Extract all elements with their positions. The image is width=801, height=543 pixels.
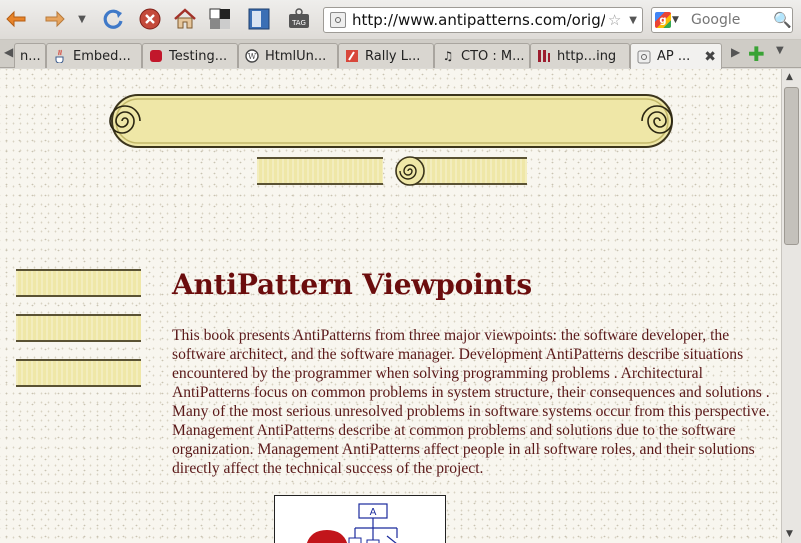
scroll-down-icon[interactable]: ▼ bbox=[786, 529, 793, 539]
bookmark-icon[interactable] bbox=[245, 5, 273, 33]
site-identity-icon[interactable] bbox=[330, 12, 346, 28]
antipattern-diagram-image: A bbox=[274, 495, 446, 543]
tab-label: http...ing bbox=[557, 48, 617, 64]
search-engine-icon[interactable]: g ▼ bbox=[655, 9, 685, 31]
tab-label: HtmlUn... bbox=[265, 48, 327, 64]
red-icon bbox=[148, 48, 164, 64]
side-nav-button-3[interactable] bbox=[16, 359, 141, 387]
nav-button-scroll[interactable] bbox=[393, 155, 527, 187]
page-content: AntiPattern Viewpoints This book present… bbox=[0, 69, 781, 543]
new-tab-icon[interactable]: ✚ bbox=[748, 42, 765, 66]
rally-icon bbox=[344, 48, 360, 64]
bookmark-star-icon[interactable]: ☆ bbox=[608, 11, 621, 29]
tab-label: Embed... bbox=[73, 48, 131, 64]
tab-active[interactable]: AP ... ✖ bbox=[630, 43, 722, 69]
page-title: AntiPattern Viewpoints bbox=[172, 268, 532, 301]
tab-label: AP ... bbox=[657, 49, 691, 64]
music-icon: ♫ bbox=[442, 49, 454, 63]
java-icon bbox=[52, 48, 68, 64]
tab-label: n... bbox=[20, 48, 41, 64]
stop-icon[interactable] bbox=[136, 5, 164, 33]
tab-5[interactable]: ♫ CTO : M... bbox=[434, 43, 530, 68]
nav-button-left[interactable] bbox=[257, 157, 383, 185]
search-bar[interactable]: g ▼ 🔍 bbox=[651, 7, 793, 33]
url-bar[interactable]: http://www.antipatterns.com/orig/ca ☆ ▼ bbox=[323, 7, 643, 33]
tab-2[interactable]: Testing... bbox=[142, 43, 238, 68]
tab-4[interactable]: Rally L... bbox=[338, 43, 434, 68]
close-tab-icon[interactable]: ✖ bbox=[704, 49, 716, 65]
back-icon[interactable] bbox=[3, 5, 31, 33]
navigation-toolbar: ▼ TAG http://www.antipatterns.com/orig/c… bbox=[0, 0, 801, 40]
red-stripes-icon bbox=[536, 48, 552, 64]
home-icon[interactable] bbox=[171, 5, 199, 33]
diagram-label: A bbox=[370, 507, 377, 518]
reload-icon[interactable] bbox=[100, 5, 128, 33]
url-dropdown-icon[interactable]: ▼ bbox=[629, 15, 637, 26]
header-scroll-banner bbox=[94, 91, 690, 151]
tag-label: TAG bbox=[291, 19, 306, 27]
side-nav-button-1[interactable] bbox=[16, 269, 141, 297]
side-nav-button-2[interactable] bbox=[16, 314, 141, 342]
tab-bar: ◀ n... Embed... Testing... W HtmlUn... R… bbox=[0, 40, 801, 69]
search-icon[interactable]: 🔍 bbox=[773, 11, 792, 29]
tab-label: CTO : M... bbox=[461, 48, 525, 64]
url-text[interactable]: http://www.antipatterns.com/orig/ca bbox=[352, 11, 605, 29]
search-input[interactable] bbox=[691, 12, 773, 28]
scroll-up-icon[interactable]: ▲ bbox=[786, 72, 793, 82]
list-tabs-icon[interactable]: ▼ bbox=[776, 45, 784, 56]
history-dropdown-icon[interactable]: ▼ bbox=[72, 5, 92, 33]
google-logo-icon: g bbox=[655, 12, 671, 28]
svg-text:W: W bbox=[248, 52, 257, 61]
page-icon bbox=[636, 49, 652, 65]
vertical-scrollbar[interactable]: ▲ ▼ bbox=[781, 69, 801, 543]
delicious-icon[interactable] bbox=[206, 5, 234, 33]
tab-scroll-left-icon[interactable]: ◀ bbox=[4, 45, 13, 59]
tab-0[interactable]: n... bbox=[14, 43, 46, 68]
tab-3[interactable]: W HtmlUn... bbox=[238, 43, 338, 68]
scroll-thumb[interactable] bbox=[784, 87, 799, 245]
tag-icon[interactable]: TAG bbox=[285, 5, 313, 33]
wordpress-icon: W bbox=[244, 48, 260, 64]
forward-icon[interactable] bbox=[40, 5, 68, 33]
tab-scroll-right-icon[interactable]: ▶ bbox=[731, 45, 740, 59]
tab-1[interactable]: Embed... bbox=[46, 43, 142, 68]
tab-6[interactable]: http...ing bbox=[530, 43, 630, 68]
tab-label: Rally L... bbox=[365, 48, 421, 64]
tab-label: Testing... bbox=[169, 48, 228, 64]
viewpoints-paragraph: This book presents AntiPatterns from thr… bbox=[172, 327, 770, 477]
